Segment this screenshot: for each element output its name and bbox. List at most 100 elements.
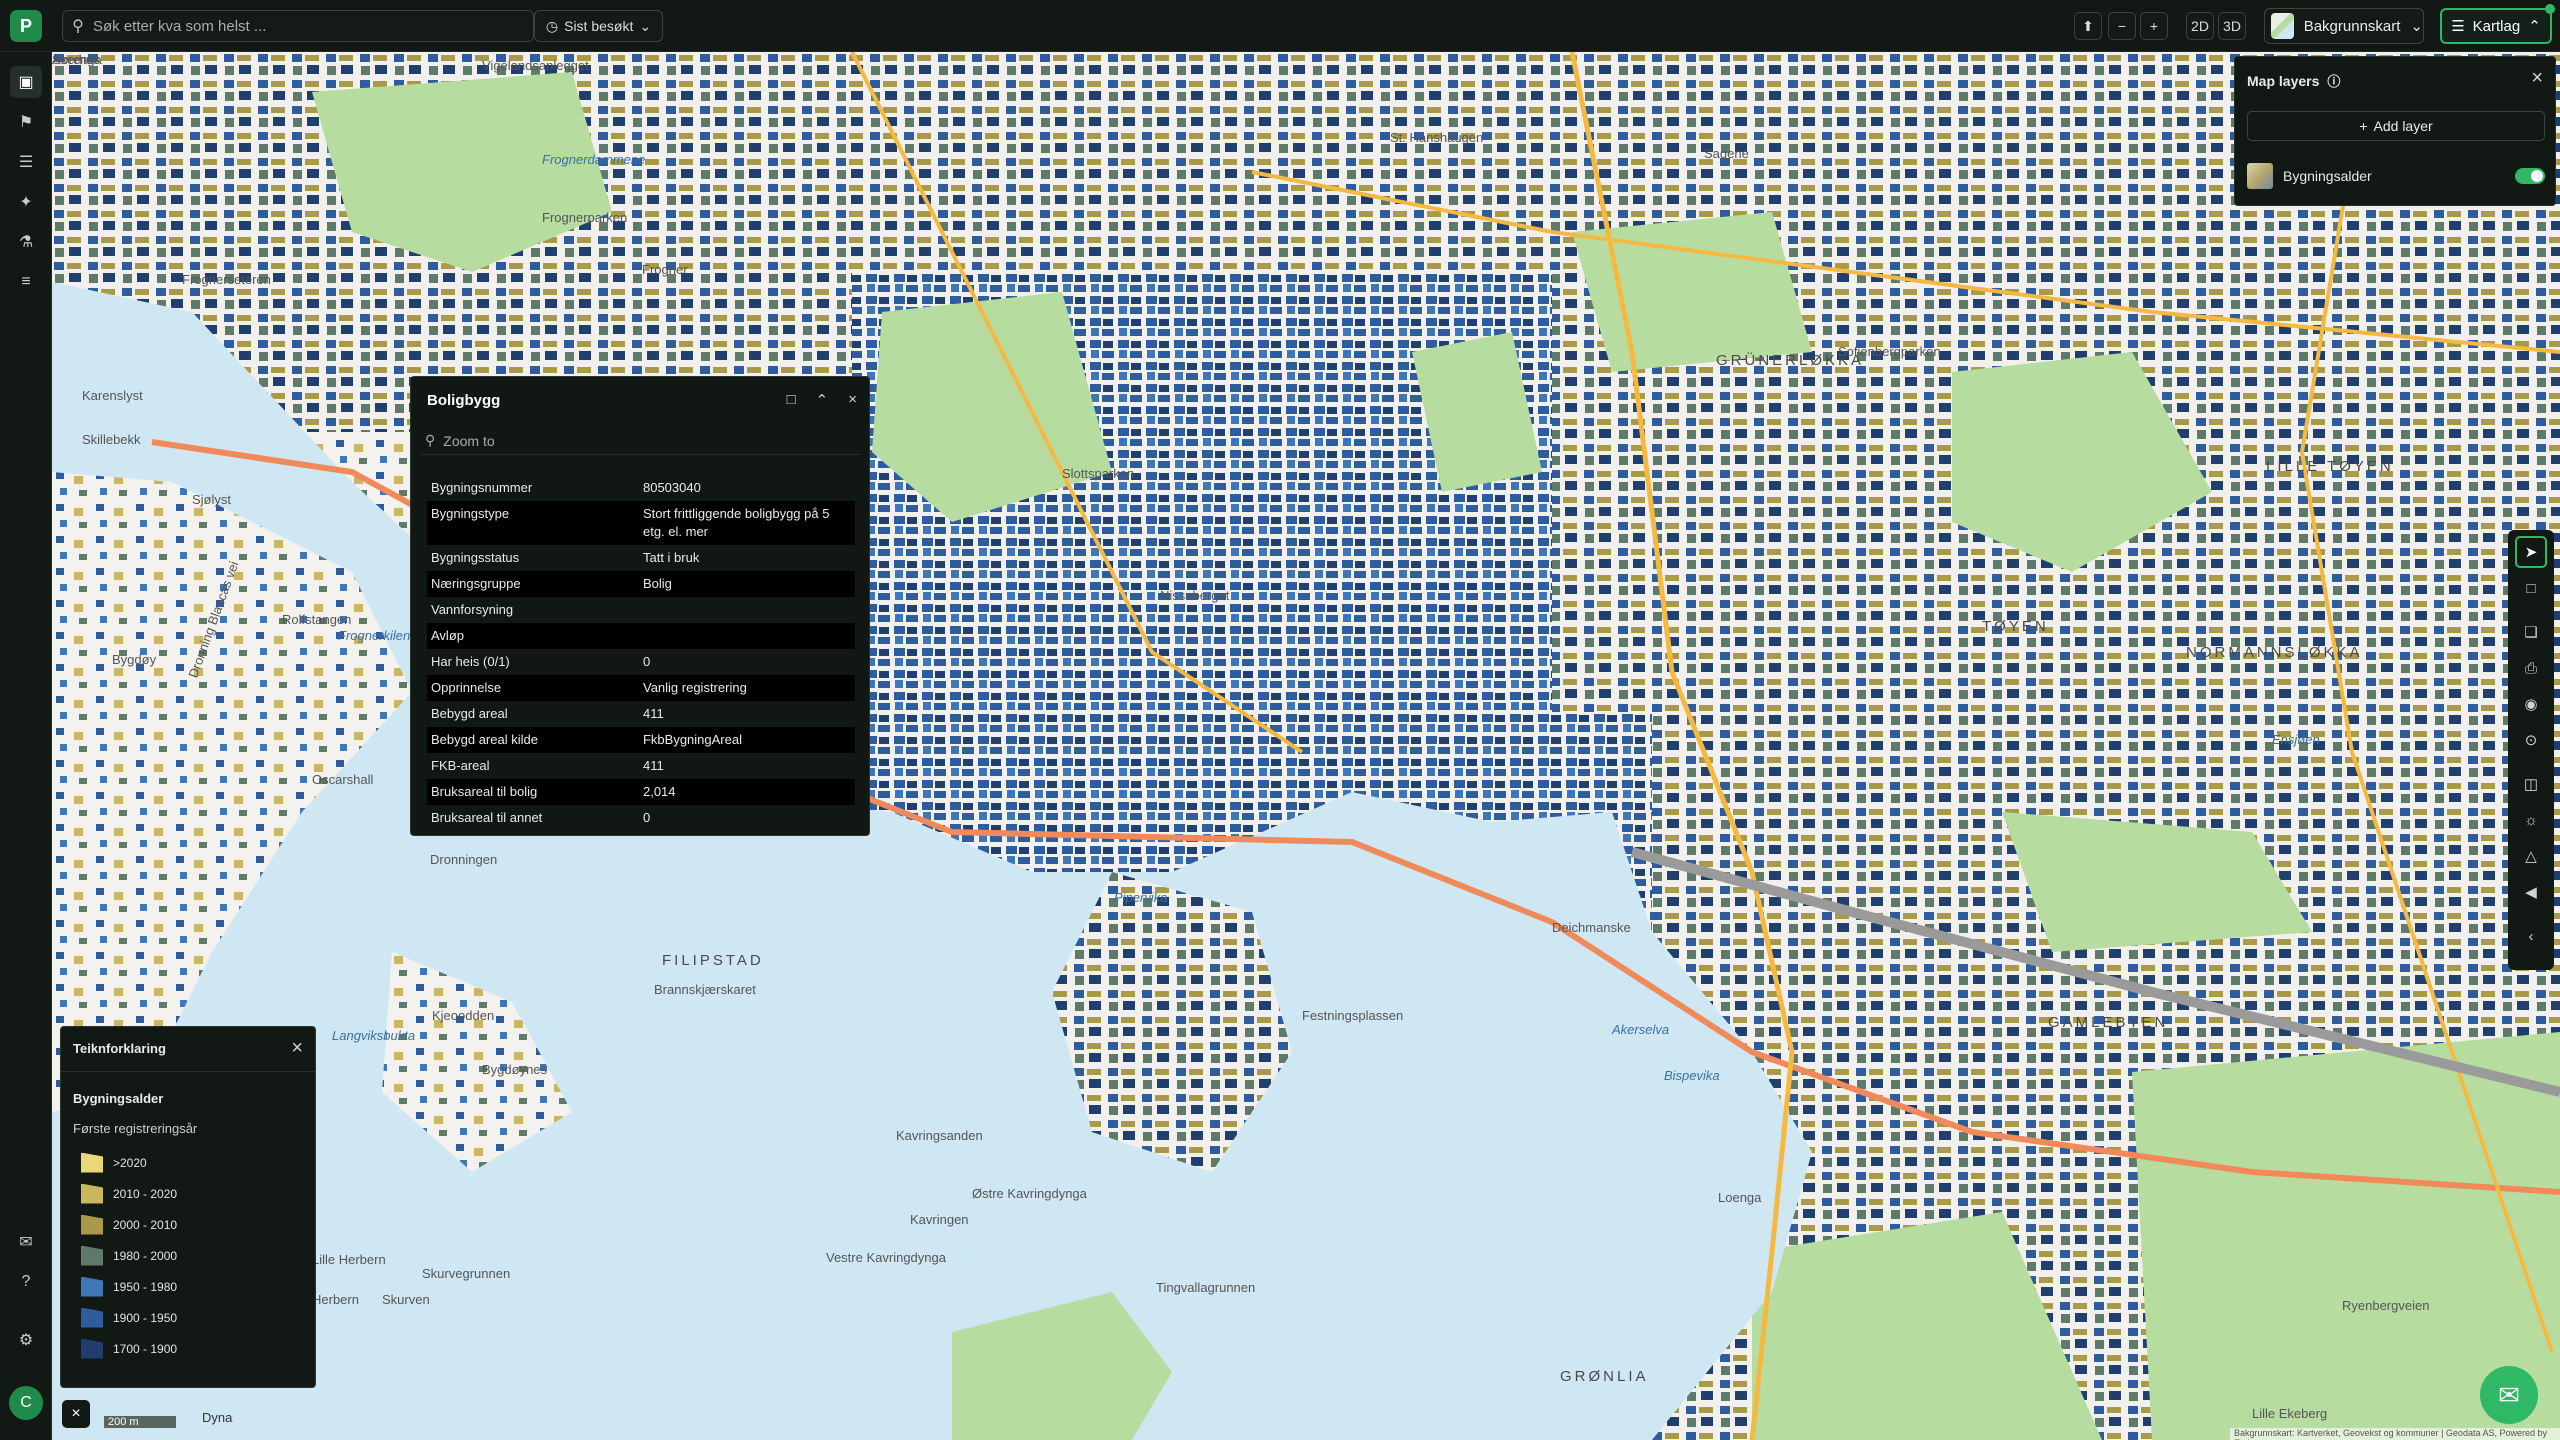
chat-button[interactable]: ✉ — [2480, 1366, 2538, 1424]
attribute-value: Vanlig registrering — [642, 680, 747, 695]
attribute-key: Bygningsnummer — [431, 480, 533, 495]
attribute-key: Bruksareal til annet — [431, 810, 543, 825]
popup-controls: □ ⌃ × — [787, 391, 857, 409]
locate-icon[interactable]: ⊙ — [2515, 724, 2547, 756]
map-label: Karenslyst — [82, 388, 143, 403]
help-icon[interactable]: ? — [10, 1266, 42, 1298]
sparkle-icon[interactable]: ✦ — [10, 186, 42, 218]
print-icon[interactable]: ⎙ — [2515, 652, 2547, 684]
attribute-row: Bygningstype Stort frittliggende boligbyg… — [427, 501, 855, 545]
comment-icon[interactable]: ✉ — [10, 1226, 42, 1258]
legend-item-label: 2000 - 2010 — [113, 1217, 178, 1232]
send-icon[interactable]: ◀ — [2515, 876, 2547, 908]
save-icon[interactable]: ◫ — [2515, 768, 2547, 800]
map-label: Kavringsanden — [896, 1128, 983, 1143]
map-label: Frognerparken — [542, 210, 628, 225]
chevron-up-icon: ⌃ — [2528, 18, 2541, 35]
attribute-row: FKB-areal 411 — [427, 753, 855, 779]
collapse-icon[interactable]: ⌃ — [816, 391, 829, 409]
notification-dot — [2545, 4, 2555, 14]
search-input[interactable] — [93, 17, 533, 35]
map-label: Dronningen — [430, 852, 498, 867]
legend-item: 1980 - 2000 — [81, 1240, 177, 1271]
list-icon[interactable]: ☰ — [10, 146, 42, 178]
select-icon[interactable]: ➤ — [2515, 536, 2547, 568]
attribute-value: 411 — [642, 758, 664, 773]
attribute-key: Bygningsstatus — [431, 550, 520, 565]
attribute-row: Bygningsstatus Tatt i bruk — [427, 545, 855, 571]
dock-icon[interactable]: □ — [787, 391, 796, 409]
legend-field-name: Første registreringsår — [73, 1121, 198, 1136]
info-icon[interactable]: ⓘ — [2327, 71, 2340, 90]
map-label: Frogner — [642, 262, 688, 277]
legend-swatch — [81, 1152, 103, 1173]
camera-icon[interactable]: ◉ — [2515, 688, 2547, 720]
map-label: Nisseberget — [1160, 588, 1230, 603]
search-box[interactable]: ⚲ — [62, 10, 534, 42]
legend-items: >2020 2010 - 2020 2000 - 2010 1980 - 200… — [81, 1147, 177, 1364]
add-layer-button[interactable]: + Add layer — [2247, 111, 2545, 141]
attribute-row: Bruksareal til annet 0 — [427, 805, 855, 831]
close-icon[interactable]: × — [2531, 67, 2543, 90]
attribute-row: Bebygd areal 411 — [427, 701, 855, 727]
filter-icon[interactable]: ≡ — [10, 266, 42, 298]
map-label: Herbern — [312, 1292, 359, 1307]
app-logo[interactable]: P — [10, 10, 42, 42]
layer-visibility-toggle[interactable] — [2515, 168, 2545, 184]
attribute-row: Næringsgruppe Bolig — [427, 571, 855, 597]
attribute-value: 0 — [642, 654, 651, 669]
close-icon[interactable]: × — [848, 391, 857, 409]
legend-swatch — [81, 1183, 103, 1204]
tag-icon[interactable]: ⚑ — [10, 106, 42, 138]
box-select-icon[interactable]: □ — [2515, 572, 2547, 604]
map-label: Vigelandsanlegget — [482, 58, 589, 73]
collapse-icon[interactable]: ‹ — [2515, 920, 2547, 952]
layers-label: Kartlag — [2472, 17, 2521, 35]
search-icon: ⚲ — [72, 18, 84, 35]
app-root: P ⚲ ◷ Sist besøkt ⌄ ⬆ − + 2D 3D Bakgrunn… — [0, 0, 2560, 1440]
mode-3d-button[interactable]: 3D — [2218, 12, 2246, 40]
zoom-to-button[interactable]: ⚲ Zoom to — [421, 427, 861, 455]
attribute-key: Vannforsyning — [431, 602, 514, 617]
flask-icon[interactable]: ⚗ — [10, 226, 42, 258]
attribute-row: Vannforsyning — [427, 597, 855, 623]
basemap-dropdown[interactable]: Bakgrunnskart ⌄ — [2264, 8, 2424, 44]
map-label: Skurven — [382, 1292, 430, 1307]
map-label: Frognerdammene — [542, 152, 646, 167]
attribute-row: Bebygd areal kilde FkbBygningAreal — [427, 727, 855, 753]
mode-2d-button[interactable]: 2D — [2186, 12, 2214, 40]
map-label: Bygdøy — [112, 652, 157, 667]
attribute-value — [643, 627, 851, 645]
map-label: St. Hanshaugen — [1390, 130, 1484, 145]
legend-panel: Teiknforklaring × Bygningsalder Første r… — [60, 1026, 316, 1388]
avatar[interactable]: C — [9, 1386, 43, 1420]
map-label: GAMLEBYEN — [2048, 1014, 2169, 1031]
map-label: Sjølyst — [192, 492, 231, 507]
bookmark-icon[interactable]: ❏ — [2515, 616, 2547, 648]
layers-button[interactable]: ☰ Kartlag ⌃ — [2440, 8, 2552, 44]
zoom-out-button[interactable]: − — [2108, 12, 2136, 40]
map-layers-title: Map layers — [2247, 72, 2320, 89]
map-label: Kavringen — [910, 1212, 969, 1227]
close-icon[interactable]: × — [62, 1400, 90, 1428]
layer-row[interactable]: Bygningsalder — [2247, 161, 2545, 191]
legend-swatch — [81, 1338, 103, 1359]
map-label: Sørenga — [52, 52, 102, 67]
legend-item-label: 1700 - 1900 — [113, 1341, 178, 1356]
recent-label: Sist besøkt — [564, 18, 634, 34]
map-label: Ryenbergveien — [2342, 1298, 2430, 1313]
attribute-key: Avløp — [431, 628, 464, 643]
sun-icon[interactable]: ☼ — [2515, 804, 2547, 836]
zoom-in-button[interactable]: + — [2140, 12, 2168, 40]
settings-icon[interactable]: ⚙ — [10, 1324, 42, 1356]
close-icon[interactable]: × — [291, 1037, 303, 1060]
map-label: Rolfstangen — [282, 612, 352, 627]
map-label: Lille Ekeberg — [2252, 1406, 2328, 1421]
map-label: NORMANNSLØKKA — [2186, 644, 2363, 661]
compass-button[interactable]: ⬆ — [2074, 12, 2102, 40]
map-icon[interactable]: ▣ — [10, 66, 42, 98]
map-label: Slottsparken — [1062, 466, 1135, 481]
measure-icon[interactable]: △ — [2515, 840, 2547, 872]
recent-dropdown[interactable]: ◷ Sist besøkt ⌄ — [534, 10, 663, 42]
map-label: TØYEN — [1982, 618, 2049, 635]
